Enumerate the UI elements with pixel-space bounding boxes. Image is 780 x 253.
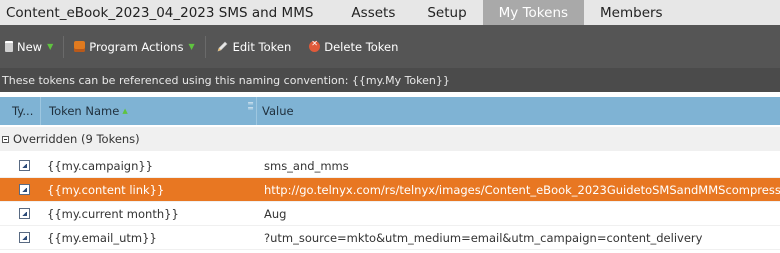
column-header-type[interactable]: Ty... [0,97,41,125]
naming-convention-info: These tokens can be referenced using thi… [0,68,780,92]
token-value-cell: http://go.telnyx.com/rs/telnyx/images/Co… [264,182,780,197]
edit-token-button[interactable]: Edit Token [212,36,296,58]
delete-token-label: Delete Token [324,39,399,54]
token-name-cell: {{my.current month}} [47,206,179,221]
table-row[interactable]: {{my.email_utm}} ?utm_source=mkto&utm_me… [0,226,780,250]
token-name-cell: {{my.content link}} [47,182,165,197]
text-token-icon [19,232,30,243]
toolbar: New ▼ Program Actions ▼ Edit Token Delet… [0,25,780,68]
table-header: Ty... Token Name ▲ ═ ═ Value [0,97,780,125]
column-header-token-name[interactable]: Token Name ▲ ═ ═ [41,97,257,125]
edit-token-label: Edit Token [232,39,292,54]
type-cell [0,184,41,195]
tab-setup[interactable]: Setup [411,0,482,25]
column-menu-icon[interactable]: ═ ═ [248,100,253,113]
tab-program-name[interactable]: Content_eBook_2023_04_2023 SMS and MMS [0,0,335,25]
table-row-selected[interactable]: {{my.content link}} http://go.telnyx.com… [0,178,780,202]
group-label: Overridden (9 Tokens) [13,132,140,146]
type-cell [0,208,41,219]
sort-ascending-icon: ▲ [122,107,128,115]
token-value-cell: Aug [264,206,287,221]
group-row-overridden[interactable]: Overridden (9 Tokens) [0,127,780,151]
tab-assets[interactable]: Assets [335,0,411,25]
column-header-value[interactable]: Value [257,97,780,125]
dropdown-caret-icon: ▼ [47,42,54,51]
token-value-cell: sms_and_mms [264,158,349,173]
delete-icon [309,39,321,52]
text-token-icon [19,184,30,195]
table-row[interactable]: {{my.campaign}} sms_and_mms [0,154,780,178]
text-token-icon [19,160,30,171]
collapse-icon[interactable] [2,135,9,143]
text-token-icon [19,208,30,219]
token-list: {{my.campaign}} sms_and_mms {{my.content… [0,154,780,250]
program-icon [74,41,86,52]
program-actions-label: Program Actions [89,39,184,54]
token-name-cell: {{my.email_utm}} [47,230,157,245]
new-button[interactable]: New ▼ [0,36,57,58]
new-document-icon [5,41,13,52]
dropdown-caret-icon: ▼ [188,42,195,51]
toolbar-divider [63,35,65,58]
type-cell [0,160,41,171]
toolbar-divider [204,35,206,58]
token-value-cell: ?utm_source=mkto&utm_medium=email&utm_ca… [264,230,703,245]
token-name-cell: {{my.campaign}} [47,158,153,173]
tab-my-tokens[interactable]: My Tokens [482,0,585,25]
type-cell [0,232,41,243]
program-tab-bar: Content_eBook_2023_04_2023 SMS and MMS A… [0,0,780,25]
tab-members[interactable]: Members [584,0,679,25]
program-actions-button[interactable]: Program Actions ▼ [70,36,198,58]
table-row[interactable]: {{my.current month}} Aug [0,202,780,226]
new-button-label: New [17,39,43,54]
info-text: These tokens can be referenced using thi… [2,73,450,87]
pencil-icon [217,41,228,52]
token-name-header-label: Token Name [49,104,120,118]
delete-token-button[interactable]: Delete Token [305,36,402,58]
